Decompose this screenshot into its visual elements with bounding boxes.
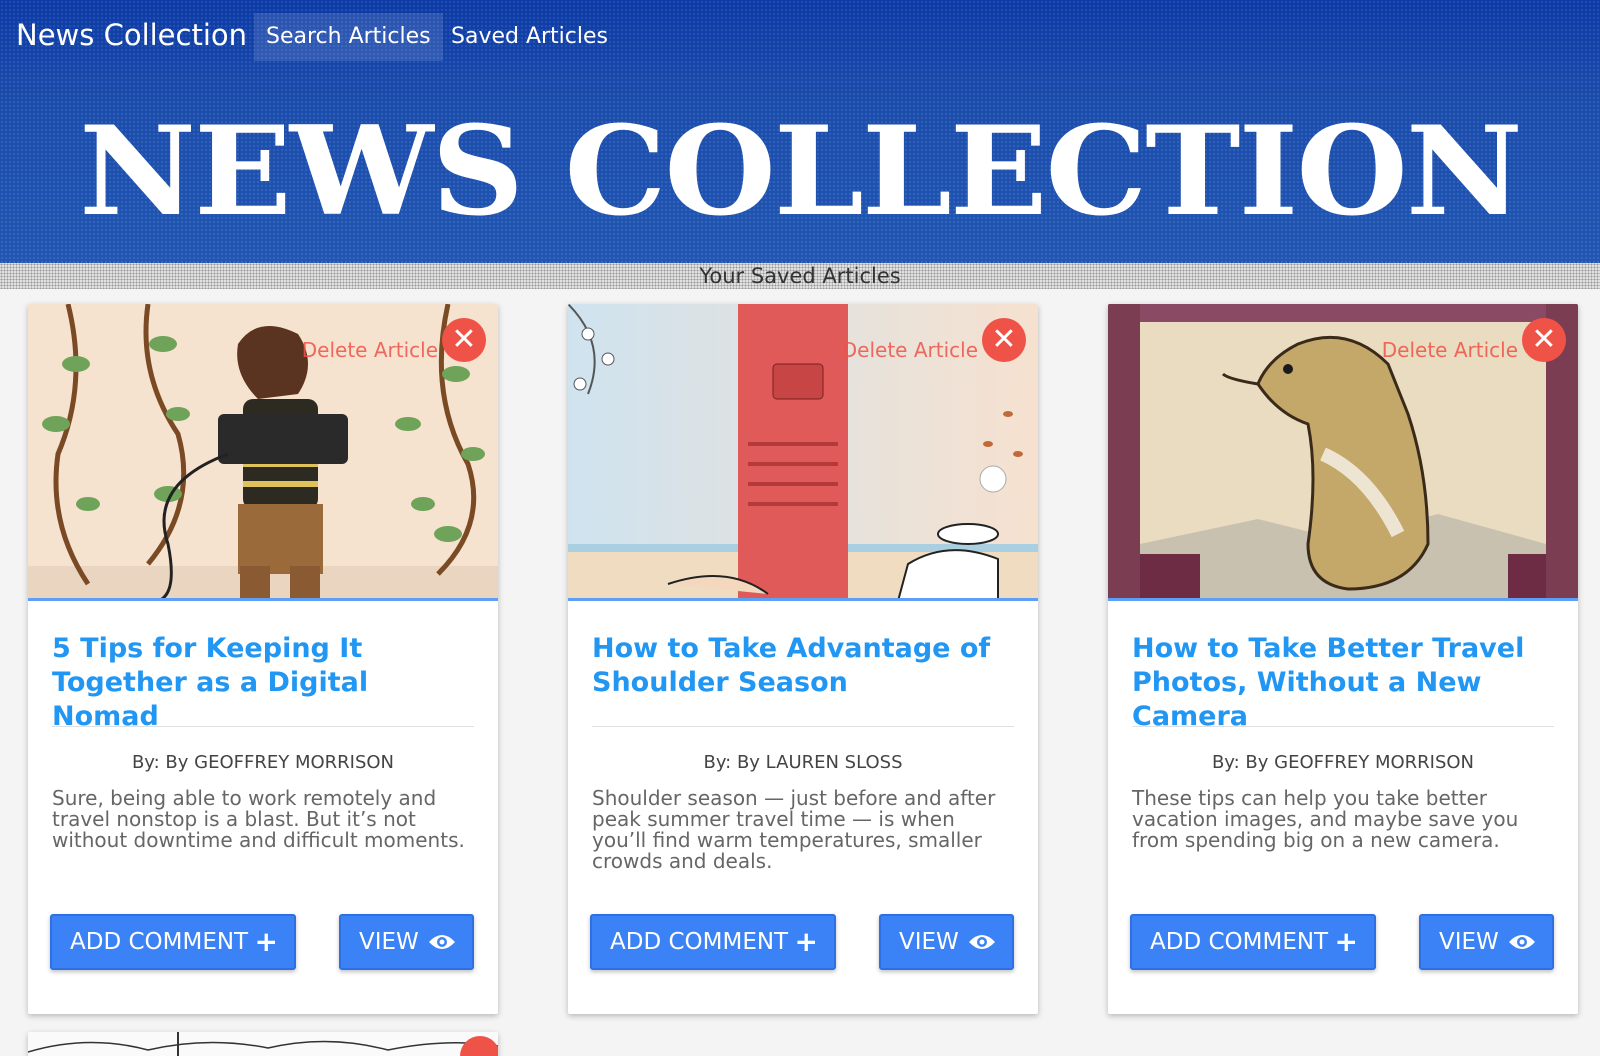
- article-summary: Shoulder season — just before and after …: [592, 786, 996, 873]
- plus-icon: +: [254, 925, 278, 958]
- eye-icon: [428, 916, 456, 986]
- article-image: Delete Article ✕: [568, 304, 1038, 601]
- card-divider: [52, 726, 474, 727]
- article-summary: Sure, being able to work remotely and tr…: [52, 786, 465, 852]
- close-circle-icon[interactable]: ✕: [1522, 318, 1566, 362]
- article-card: Delete Article ✕ How to Take Advantage o…: [568, 304, 1038, 1014]
- article-summary: These tips can help you take better vaca…: [1132, 786, 1519, 852]
- article-byline: By: By GEOFFREY MORRISON: [131, 752, 395, 773]
- hero-title: NEWS COLLECTION: [79, 100, 1523, 244]
- add-comment-button[interactable]: ADD COMMENT +: [50, 914, 296, 970]
- article-byline: By: By GEOFFREY MORRISON: [1211, 752, 1475, 773]
- article-title-link[interactable]: 5 Tips for Keeping It Together as a Digi…: [52, 632, 472, 734]
- article-card: Delete Article ✕ How to Take Better Trav…: [1108, 304, 1578, 1014]
- nav-saved-articles[interactable]: Saved Articles: [439, 13, 620, 61]
- card-divider: [1132, 726, 1554, 727]
- article-image: Delete Article ✕: [28, 304, 498, 601]
- add-comment-label: ADD COMMENT: [1150, 929, 1329, 955]
- eye-icon: [1508, 916, 1536, 986]
- close-circle-icon[interactable]: ✕: [442, 318, 486, 362]
- view-button[interactable]: VIEW: [1419, 914, 1554, 970]
- article-byline: By: By LAUREN SLOSS: [703, 752, 903, 773]
- add-comment-label: ADD COMMENT: [610, 929, 789, 955]
- add-comment-button[interactable]: ADD COMMENT +: [1130, 914, 1376, 970]
- article-title-link[interactable]: How to Take Advantage of Shoulder Season: [592, 632, 1012, 700]
- close-circle-icon[interactable]: ✕: [982, 318, 1026, 362]
- view-label: VIEW: [1439, 929, 1499, 955]
- top-navbar: News Collection Search Articles Saved Ar…: [0, 0, 1600, 74]
- card-divider: [592, 726, 1014, 727]
- add-comment-button[interactable]: ADD COMMENT +: [590, 914, 836, 970]
- hero-banner: News Collection Search Articles Saved Ar…: [0, 0, 1600, 263]
- plus-icon: +: [794, 925, 818, 958]
- eye-icon: [968, 916, 996, 986]
- delete-article-label: Delete Article: [1381, 338, 1518, 362]
- article-card: Delete Article ✕ 5 Tips for Keeping It T…: [28, 304, 498, 1014]
- view-label: VIEW: [359, 929, 419, 955]
- view-button[interactable]: VIEW: [339, 914, 474, 970]
- add-comment-label: ADD COMMENT: [70, 929, 249, 955]
- nav-search-articles[interactable]: Search Articles: [254, 13, 443, 61]
- article-card-partial: [28, 1032, 498, 1056]
- delete-article-label: Delete Article: [841, 338, 978, 362]
- article-image: Delete Article ✕: [1108, 304, 1578, 601]
- delete-article-label: Delete Article: [301, 338, 438, 362]
- view-label: VIEW: [899, 929, 959, 955]
- brand-link[interactable]: News Collection: [16, 18, 247, 52]
- subheader-label: Your Saved Articles: [699, 264, 901, 288]
- plus-icon: +: [1334, 925, 1358, 958]
- article-title-link[interactable]: How to Take Better Travel Photos, Withou…: [1132, 632, 1552, 734]
- article-image: [28, 1032, 498, 1056]
- view-button[interactable]: VIEW: [879, 914, 1014, 970]
